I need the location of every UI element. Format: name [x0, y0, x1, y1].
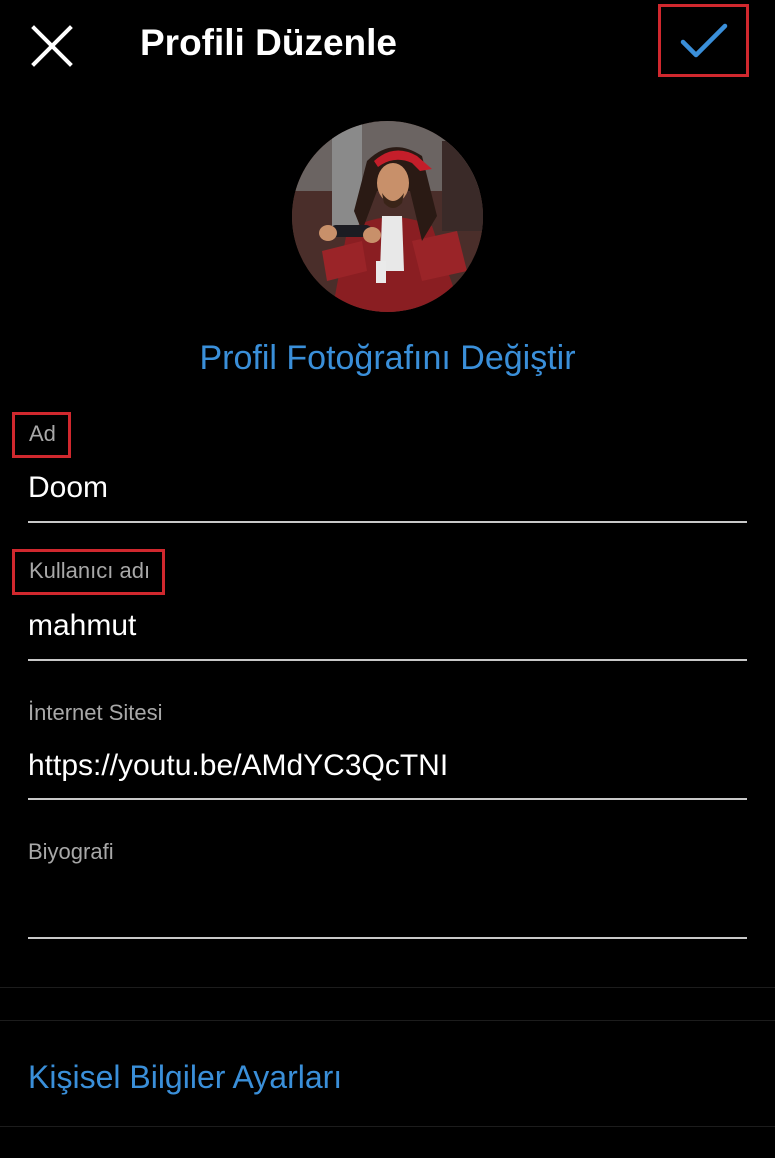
page-title: Profili Düzenle: [140, 22, 397, 63]
checkmark-icon: [680, 23, 727, 57]
username-field-label: Kullanıcı adı: [12, 549, 166, 595]
personal-info-settings-link[interactable]: Kişisel Bilgiler Ayarları: [28, 1056, 342, 1098]
close-button[interactable]: [22, 16, 82, 76]
username-field[interactable]: Kullanıcı adı mahmut: [12, 549, 747, 664]
bio-field-label: Biyografi: [28, 839, 114, 864]
website-field-underline: [28, 798, 747, 800]
username-field-value[interactable]: mahmut: [28, 606, 136, 646]
top-bar: Profili Düzenle: [0, 0, 775, 90]
change-profile-photo-link[interactable]: Profil Fotoğrafını Değiştir: [0, 335, 775, 381]
name-field-value[interactable]: Doom: [28, 468, 108, 508]
name-field[interactable]: Ad Doom: [12, 412, 747, 527]
bio-field[interactable]: Biyografi: [28, 837, 747, 942]
avatar-image: [292, 121, 483, 312]
website-field[interactable]: İnternet Sitesi https://youtu.be/AMdYC3Q…: [28, 698, 747, 803]
website-field-value[interactable]: https://youtu.be/AMdYC3QcTNI: [28, 746, 448, 786]
section-divider-top: [0, 987, 775, 988]
website-field-label: İnternet Sitesi: [28, 700, 163, 725]
bio-field-underline: [28, 937, 747, 939]
close-icon: [31, 25, 73, 67]
name-field-underline: [28, 521, 747, 523]
section-divider-bottom: [0, 1126, 775, 1127]
username-field-underline: [28, 659, 747, 661]
save-button[interactable]: [658, 4, 749, 77]
profile-avatar[interactable]: [292, 121, 483, 312]
section-divider: [0, 1020, 775, 1021]
name-field-label: Ad: [12, 412, 71, 458]
